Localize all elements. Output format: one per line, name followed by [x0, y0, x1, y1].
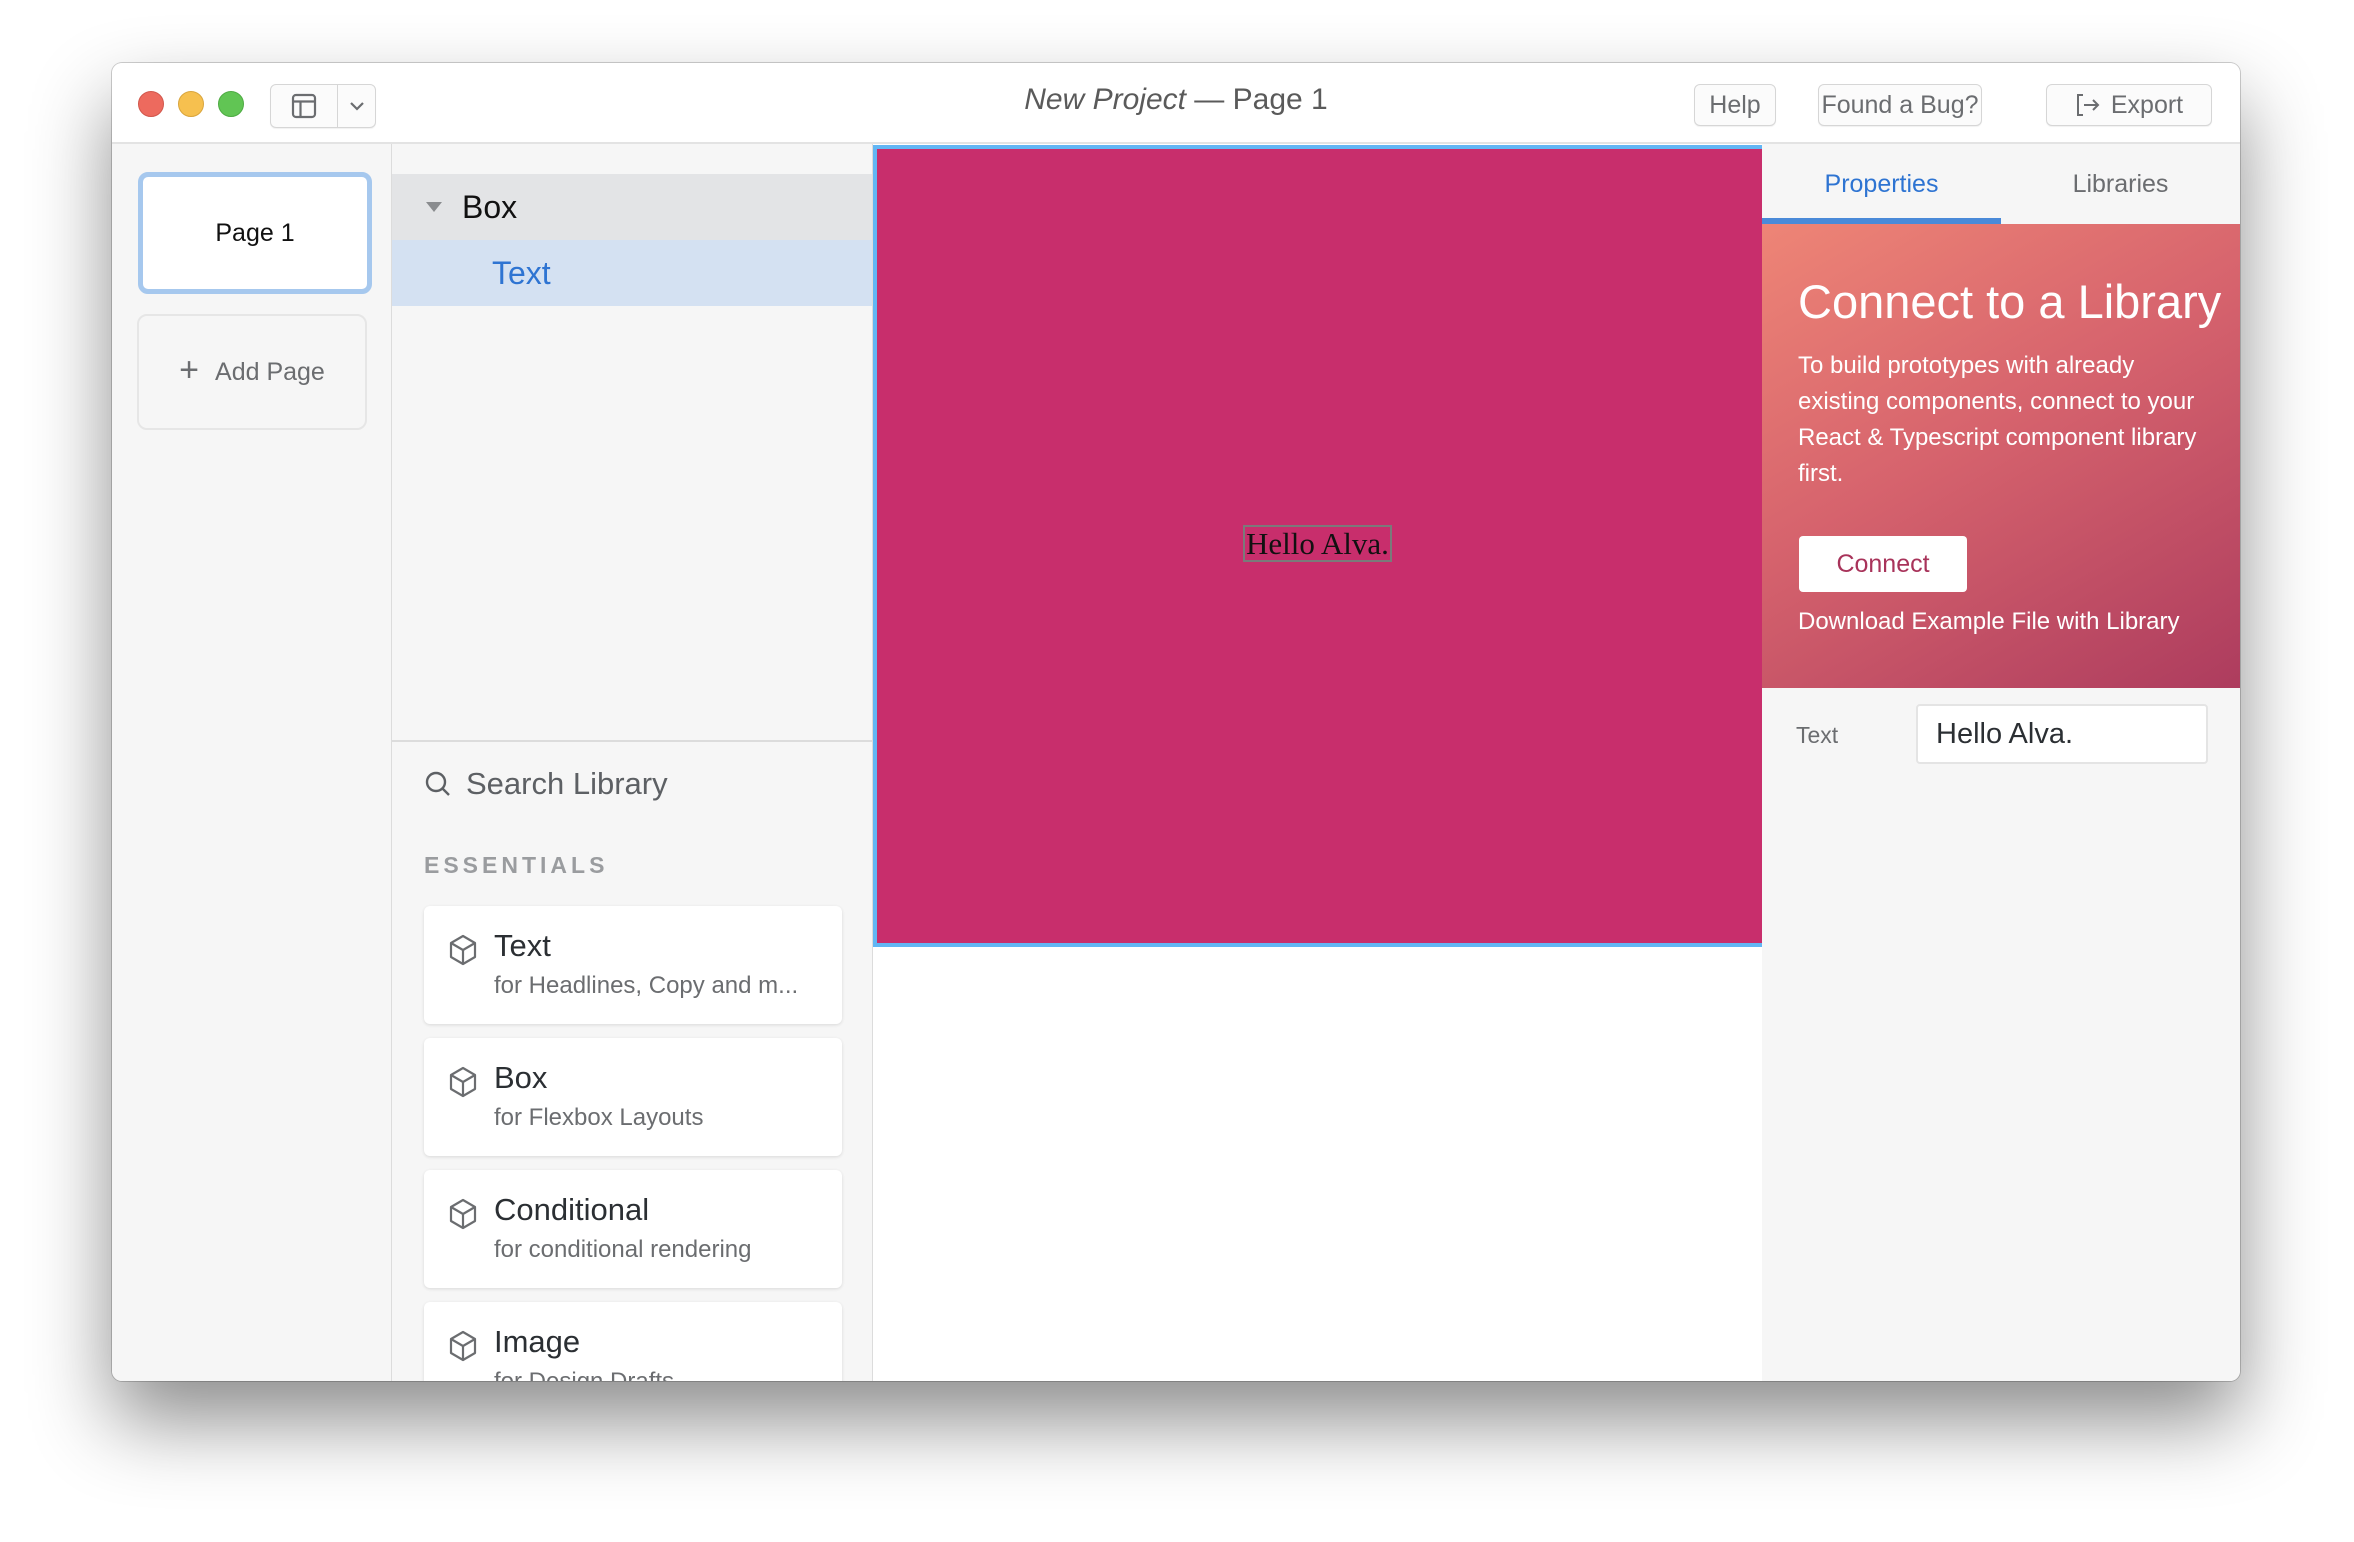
plus-icon: +: [179, 351, 200, 389]
tree-item-box[interactable]: Box: [392, 174, 872, 240]
project-name: New Project: [1024, 83, 1186, 116]
found-bug-label: Found a Bug?: [1821, 90, 1979, 119]
found-bug-button[interactable]: Found a Bug?: [1818, 84, 1982, 126]
artboard-box-element[interactable]: Hello Alva.: [873, 145, 1767, 947]
title-bar: New Project — Page 1 Help Found a Bug? E…: [112, 63, 2240, 144]
search-icon: [425, 771, 450, 796]
library-item-name: Text: [494, 928, 551, 963]
tree-item-label: Box: [462, 188, 518, 225]
element-tree: Box Text: [392, 144, 872, 742]
banner-body: To build prototypes with already existin…: [1798, 352, 2197, 487]
page-thumbnail-label: Page 1: [215, 218, 295, 247]
library-item-name: Box: [494, 1060, 548, 1095]
connect-library-banner: Connect to a Library To build prototypes…: [1762, 224, 2240, 688]
inspector-panel: Properties Libraries Connect to a Librar…: [1762, 144, 2240, 1381]
tree-item-label: Text: [492, 254, 551, 291]
canvas-area: Hello Alva.: [872, 144, 1875, 1381]
page-name: Page 1: [1232, 83, 1328, 116]
canvas-text-element[interactable]: Hello Alva.: [1243, 525, 1392, 562]
library-item-name: Conditional: [494, 1192, 650, 1227]
app-window: New Project — Page 1 Help Found a Bug? E…: [112, 63, 2240, 1381]
help-button[interactable]: Help: [1694, 84, 1776, 126]
page-thumbnail[interactable]: Page 1: [138, 172, 372, 294]
cube-icon: [449, 934, 477, 966]
library-item-conditional[interactable]: Conditional for conditional rendering: [424, 1170, 842, 1288]
tree-item-text[interactable]: Text: [392, 240, 872, 306]
export-button[interactable]: Export: [2046, 84, 2212, 126]
inspector-tabs: Properties Libraries: [1762, 144, 2240, 224]
library-item-description: for Headlines, Copy and m...: [494, 972, 799, 999]
section-title-essentials: ESSENTIALS: [424, 852, 609, 878]
property-row-text: Text Hello Alva.: [1762, 704, 2240, 768]
tab-libraries[interactable]: Libraries: [2001, 144, 2240, 224]
connect-label: Connect: [1836, 549, 1930, 578]
property-label: Text: [1796, 722, 1839, 748]
library-item-box[interactable]: Box for Flexbox Layouts: [424, 1038, 842, 1156]
cube-icon: [449, 1198, 477, 1230]
library-item-description: for Design Drafts: [494, 1368, 674, 1381]
title-separator: —: [1185, 83, 1233, 116]
library-item-text[interactable]: Text for Headlines, Copy and m...: [424, 906, 842, 1024]
library-item-description: for Flexbox Layouts: [494, 1104, 704, 1131]
pages-sidebar: Page 1 + Add Page: [112, 144, 392, 1381]
caret-down-icon[interactable]: [426, 202, 442, 212]
library-item-description: for conditional rendering: [494, 1236, 752, 1263]
cube-icon: [449, 1066, 477, 1098]
component-library: Search Library ESSENTIALS Text for Headl…: [392, 742, 872, 1381]
add-page-button[interactable]: + Add Page: [137, 314, 367, 430]
search-placeholder: Search Library: [466, 766, 668, 801]
cube-icon: [449, 1330, 477, 1362]
tab-properties-label: Properties: [1824, 169, 1939, 198]
tab-properties[interactable]: Properties: [1762, 144, 2001, 224]
add-page-label: Add Page: [215, 357, 325, 386]
library-item-image[interactable]: Image for Design Drafts: [424, 1302, 842, 1381]
search-library-input[interactable]: Search Library: [424, 766, 668, 802]
help-label: Help: [1709, 90, 1761, 119]
connect-button[interactable]: Connect: [1799, 536, 1967, 592]
export-label: Export: [2110, 90, 2184, 119]
download-example-link[interactable]: Download Example File with Library: [1798, 608, 2180, 636]
banner-heading: Connect to a Library: [1798, 275, 2222, 328]
export-arrow-icon: [2076, 94, 2100, 116]
library-item-name: Image: [494, 1324, 581, 1359]
text-property-input[interactable]: Hello Alva.: [1916, 704, 2208, 764]
tab-libraries-label: Libraries: [2072, 169, 2169, 198]
